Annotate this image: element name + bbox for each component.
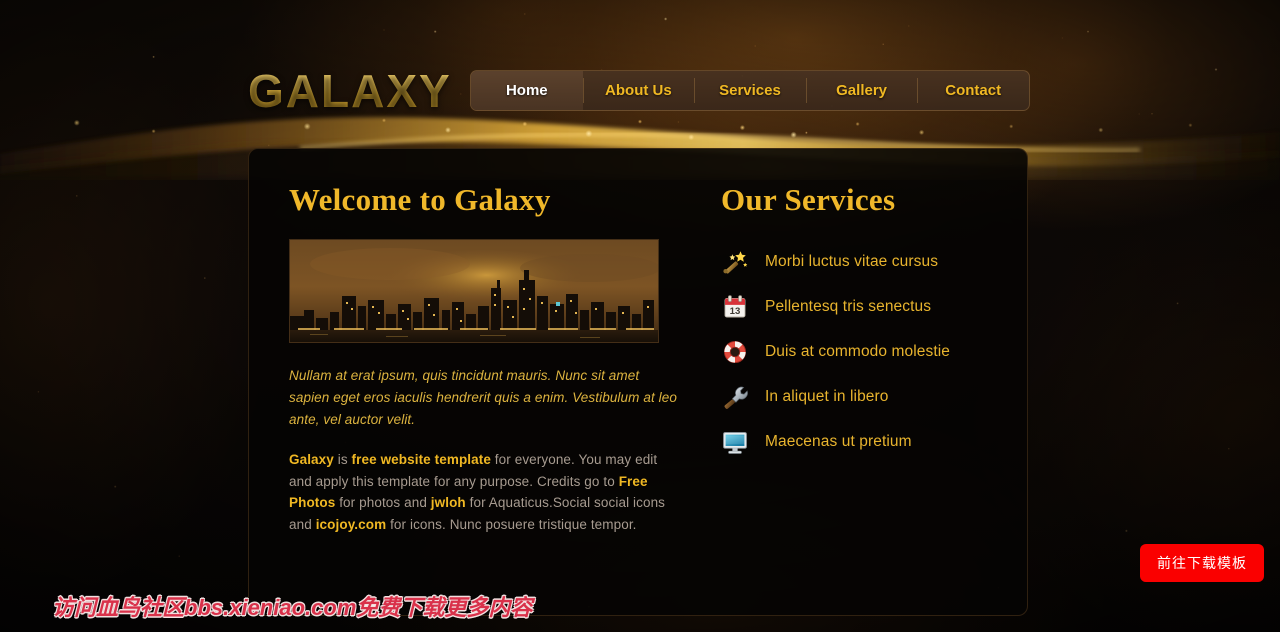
nav-item-contact[interactable]: Contact — [917, 71, 1029, 110]
service-item-2[interactable]: 13 Pellentesq tris senectus — [721, 284, 950, 329]
service-item-5[interactable]: Maecenas ut pretium — [721, 419, 950, 464]
link-free-website-template[interactable]: free website template — [352, 452, 491, 467]
link-jwloh[interactable]: jwloh — [431, 495, 466, 510]
service-label-1[interactable]: Morbi luctus vitae cursus — [765, 253, 938, 271]
nav-item-services[interactable]: Services — [694, 71, 806, 110]
services-heading: Our Services — [721, 182, 896, 217]
welcome-intro-paragraph: Nullam at erat ipsum, quis tincidunt mau… — [289, 368, 677, 427]
service-item-4[interactable]: In aliquet in libero — [721, 374, 950, 419]
link-icojoy[interactable]: icojoy.com — [316, 517, 387, 532]
svg-text:13: 13 — [730, 306, 741, 317]
service-label-3[interactable]: Duis at commodo molestie — [765, 343, 950, 361]
welcome-column: Welcome to Galaxy Nullam at erat ipsum, … — [289, 182, 681, 536]
magic-wand-icon — [721, 248, 749, 276]
service-label-5[interactable]: Maecenas ut pretium — [765, 433, 912, 451]
calendar-icon: 13 — [721, 293, 749, 321]
nav-item-home[interactable]: Home — [471, 71, 583, 110]
content-panel: Welcome to Galaxy Nullam at erat ipsum, … — [248, 148, 1028, 616]
link-galaxy[interactable]: Galaxy — [289, 452, 334, 467]
credits-text-5: for icons. Nunc posuere tristique tempor… — [386, 517, 637, 533]
lifebuoy-icon — [721, 338, 749, 366]
welcome-heading: Welcome to Galaxy — [289, 182, 551, 217]
site-watermark: 访问血鸟社区bbs.xieniao.com免费下载更多内容 — [52, 595, 533, 620]
wrench-icon — [721, 383, 749, 411]
monitor-icon — [721, 428, 749, 456]
service-item-3[interactable]: Duis at commodo molestie — [721, 329, 950, 374]
service-label-4[interactable]: In aliquet in libero — [765, 388, 889, 406]
nav-item-gallery[interactable]: Gallery — [805, 71, 918, 110]
site-header: GALAXY Home About Us Services Gallery Co… — [0, 0, 1280, 150]
services-list: Morbi luctus vitae cursus 13 Pellentesq … — [721, 239, 950, 464]
credits-paragraph: Galaxy is free website template for ever… — [289, 449, 681, 536]
credits-text-3: for photos and — [335, 495, 431, 511]
services-column: Our Services Morbi luctus vitae cursus 1… — [681, 182, 950, 536]
download-template-button[interactable]: 前往下载模板 — [1140, 544, 1264, 582]
content-columns: Welcome to Galaxy Nullam at erat ipsum, … — [249, 149, 1027, 536]
main-navigation: Home About Us Services Gallery Contact — [470, 70, 1030, 111]
service-label-2[interactable]: Pellentesq tris senectus — [765, 298, 931, 316]
service-item-1[interactable]: Morbi luctus vitae cursus — [721, 239, 950, 284]
site-logo[interactable]: GALAXY — [248, 68, 452, 114]
credits-text-1: is — [333, 451, 352, 467]
nav-item-about-us[interactable]: About Us — [582, 71, 695, 110]
city-skyline-image — [289, 239, 659, 344]
